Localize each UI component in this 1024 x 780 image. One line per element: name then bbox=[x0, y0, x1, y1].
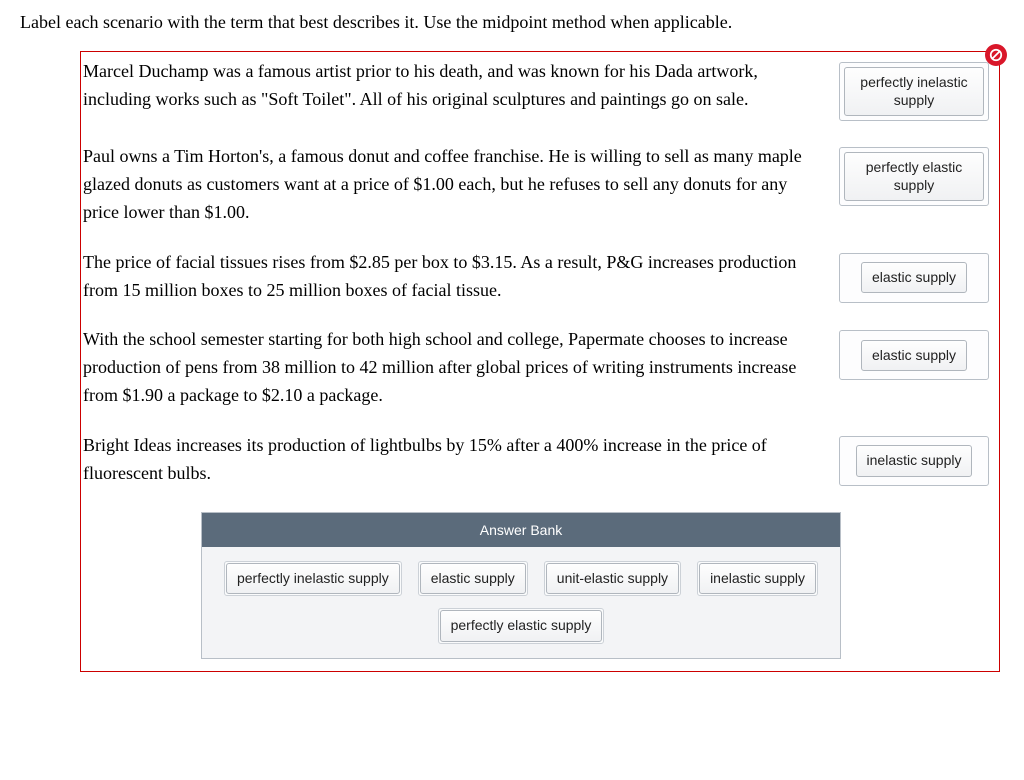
answer-chip[interactable]: elastic supply bbox=[861, 340, 967, 372]
scenario-text: Marcel Duchamp was a famous artist prior… bbox=[81, 58, 825, 114]
answer-chip[interactable]: inelastic supply bbox=[856, 445, 973, 477]
instruction-text: Label each scenario with the term that b… bbox=[20, 12, 1004, 33]
incorrect-badge-icon bbox=[985, 44, 1007, 66]
bank-chip[interactable]: perfectly elastic supply bbox=[440, 610, 603, 642]
scenario-row: Marcel Duchamp was a famous artist prior… bbox=[81, 52, 999, 137]
bank-slot: unit-elastic supply bbox=[544, 561, 681, 597]
answer-drop-zone[interactable]: elastic supply bbox=[839, 253, 989, 303]
bank-chip[interactable]: inelastic supply bbox=[699, 563, 816, 595]
answer-chip[interactable]: perfectly inelastic supply bbox=[844, 67, 984, 116]
answer-chip[interactable]: elastic supply bbox=[861, 262, 967, 294]
scenario-row: The price of facial tissues rises from $… bbox=[81, 243, 999, 321]
exercise-container: Marcel Duchamp was a famous artist prior… bbox=[80, 51, 1000, 672]
scenario-text: The price of facial tissues rises from $… bbox=[81, 249, 825, 305]
answer-bank-body: perfectly inelastic supply elastic suppl… bbox=[202, 547, 840, 658]
scenario-text: Bright Ideas increases its production of… bbox=[81, 432, 825, 488]
bank-slot: elastic supply bbox=[418, 561, 528, 597]
answer-drop-zone[interactable]: elastic supply bbox=[839, 330, 989, 380]
bank-chip[interactable]: elastic supply bbox=[420, 563, 526, 595]
bank-slot: perfectly inelastic supply bbox=[224, 561, 402, 597]
scenario-row: Bright Ideas increases its production of… bbox=[81, 426, 999, 504]
answer-chip[interactable]: perfectly elastic supply bbox=[844, 152, 984, 201]
answer-bank: Answer Bank perfectly inelastic supply e… bbox=[201, 512, 841, 659]
bank-slot: inelastic supply bbox=[697, 561, 818, 597]
answer-drop-zone[interactable]: inelastic supply bbox=[839, 436, 989, 486]
bank-slot: perfectly elastic supply bbox=[438, 608, 605, 644]
answer-drop-zone[interactable]: perfectly elastic supply bbox=[839, 147, 989, 206]
answer-bank-title: Answer Bank bbox=[202, 513, 840, 547]
bank-chip[interactable]: unit-elastic supply bbox=[546, 563, 679, 595]
scenario-row: Paul owns a Tim Horton's, a famous donut… bbox=[81, 137, 999, 243]
bank-chip[interactable]: perfectly inelastic supply bbox=[226, 563, 400, 595]
scenario-row: With the school semester starting for bo… bbox=[81, 320, 999, 426]
scenario-text: With the school semester starting for bo… bbox=[81, 326, 825, 410]
scenario-text: Paul owns a Tim Horton's, a famous donut… bbox=[81, 143, 825, 227]
answer-drop-zone[interactable]: perfectly inelastic supply bbox=[839, 62, 989, 121]
